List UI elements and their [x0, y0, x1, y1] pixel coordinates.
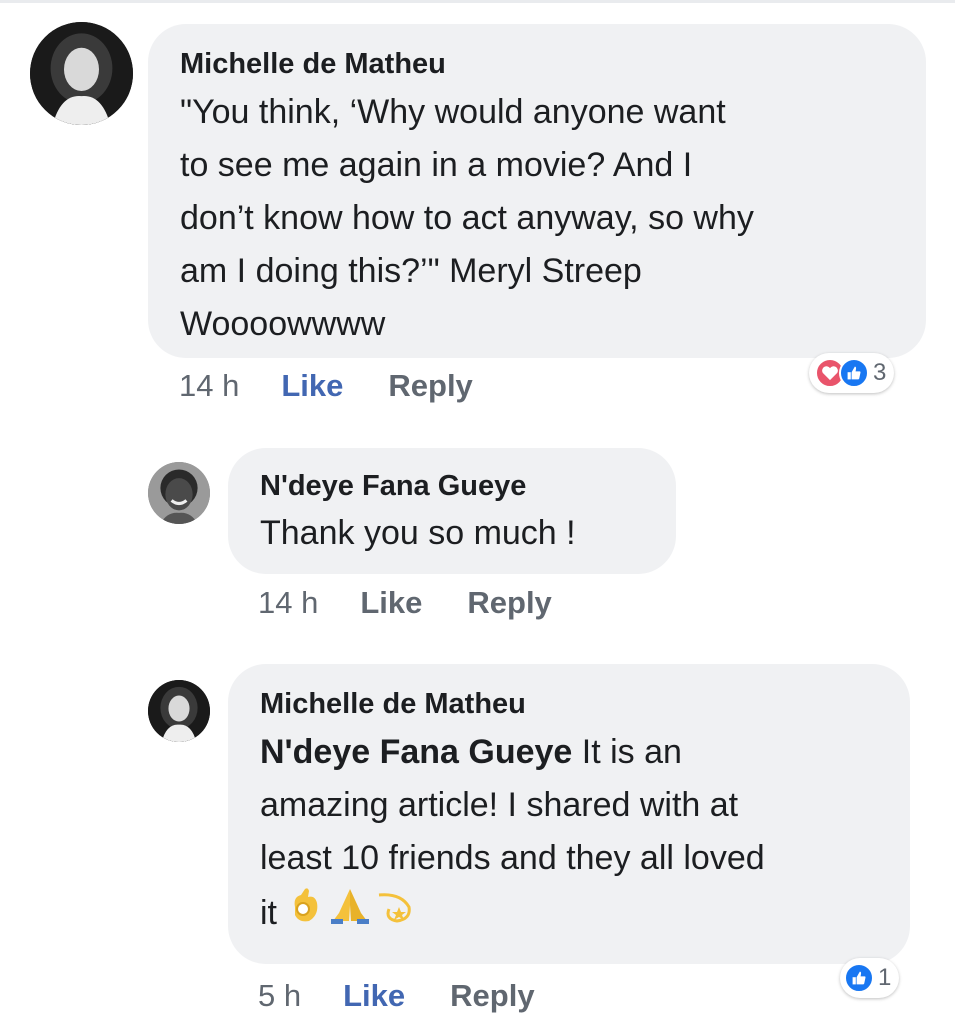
top-divider — [0, 0, 955, 3]
comment-text: "You think, ‘Why would anyone want to se… — [180, 86, 896, 351]
comment-line: am I doing this?’" Meryl Streep — [180, 252, 642, 290]
comment-line: "You think, ‘Why would anyone want — [180, 93, 726, 131]
like-button[interactable]: Like — [343, 978, 405, 1014]
ok-hand-icon — [289, 885, 325, 941]
reply-button[interactable]: Reply — [450, 978, 534, 1014]
comment-author[interactable]: Michelle de Matheu — [260, 686, 880, 722]
like-button[interactable]: Like — [360, 585, 422, 621]
reply-button[interactable]: Reply — [467, 585, 551, 621]
reply-button[interactable]: Reply — [388, 368, 472, 404]
comment-line: Thank you so much ! — [260, 514, 576, 552]
timestamp[interactable]: 14 h — [258, 585, 318, 621]
comment-text-fragment: it — [260, 893, 277, 932]
avatar-ndeye[interactable] — [148, 462, 210, 524]
comment-bubble: Michelle de Matheu N'deye Fana Gueye It … — [228, 664, 910, 964]
comment-actions: 14 h Like Reply — [258, 585, 552, 621]
avatar-michelle[interactable] — [30, 22, 133, 125]
comment-line: to see me again in a movie? And I — [180, 146, 693, 184]
comment-text-fragment: It is an — [572, 733, 682, 771]
reaction-summary[interactable]: 3 — [809, 353, 895, 393]
thumbs-up-icon — [844, 963, 874, 993]
comment-line: N'deye Fana Gueye It is an — [260, 726, 880, 779]
comment-bubble: N'deye Fana Gueye Thank you so much ! — [228, 448, 676, 574]
comment-line: least 10 friends and they all loved — [260, 839, 765, 877]
comment-text: Thank you so much ! — [260, 508, 646, 558]
comment-line: amazing article! I shared with at — [260, 786, 739, 824]
like-button[interactable]: Like — [281, 368, 343, 404]
comment-bubble: Michelle de Matheu "You think, ‘Why woul… — [148, 24, 926, 358]
comment-line: it — [260, 885, 880, 941]
comment-line: don’t know how to act anyway, so why — [180, 199, 754, 237]
comment-author[interactable]: N'deye Fana Gueye — [260, 468, 646, 504]
folded-hands-icon — [329, 885, 371, 941]
mention-link[interactable]: N'deye Fana Gueye — [260, 733, 572, 771]
reaction-summary[interactable]: 1 — [840, 958, 900, 998]
dizzy-star-icon — [375, 885, 417, 941]
profile-photo — [148, 462, 210, 524]
timestamp[interactable]: 5 h — [258, 978, 301, 1014]
profile-photo — [148, 680, 210, 742]
profile-photo — [30, 22, 133, 125]
reaction-count: 1 — [878, 964, 892, 991]
comment-actions: 14 h Like Reply — [179, 368, 473, 404]
reaction-count: 3 — [873, 359, 887, 386]
avatar-michelle[interactable] — [148, 680, 210, 742]
timestamp[interactable]: 14 h — [179, 368, 239, 404]
comment-text: N'deye Fana Gueye It is an amazing artic… — [260, 726, 880, 941]
thumbs-up-icon — [839, 358, 869, 388]
comment-actions: 5 h Like Reply — [258, 978, 535, 1014]
comment-line: Woooowwww — [180, 305, 386, 343]
comment-author[interactable]: Michelle de Matheu — [180, 46, 896, 82]
